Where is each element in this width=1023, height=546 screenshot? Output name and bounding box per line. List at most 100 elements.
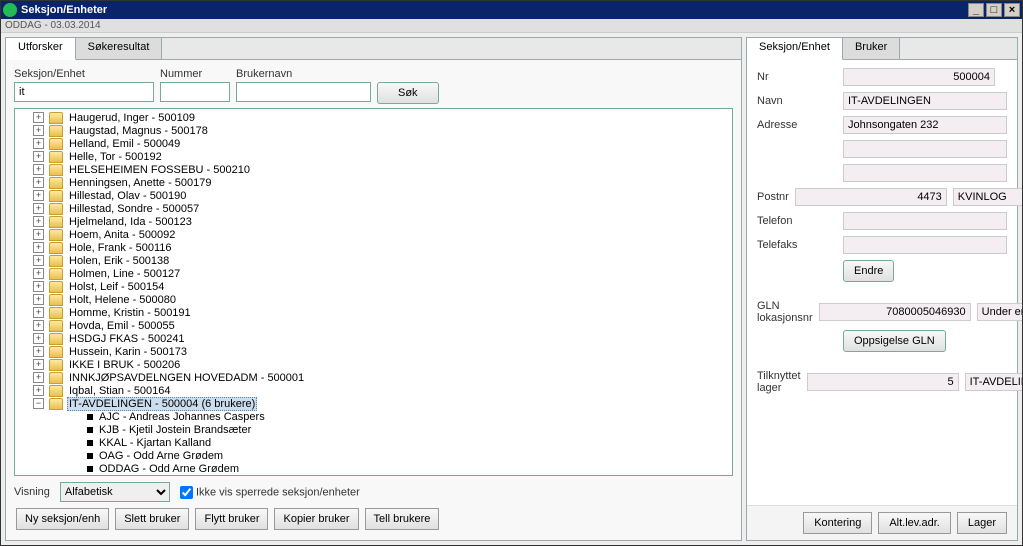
expand-icon[interactable] [33, 203, 44, 214]
tree-container[interactable]: Haugerud, Inger - 500109Haugstad, Magnus… [14, 108, 733, 476]
navn-field[interactable] [843, 92, 1007, 110]
tree-folder-item[interactable]: HELSEHEIMEN FOSSEBU - 500210 [15, 163, 732, 176]
tree-user-item[interactable]: KJB - Kjetil Jostein Brandsæter [15, 423, 732, 436]
tab-bruker[interactable]: Bruker [843, 38, 900, 59]
tree-folder-item[interactable]: Holst, Leif - 500154 [15, 280, 732, 293]
chk-sperrede[interactable] [180, 486, 193, 499]
tree-folder-item[interactable]: Holt, Helene - 500080 [15, 293, 732, 306]
tree-user-item[interactable]: AJC - Andreas Johannes Caspers [15, 410, 732, 423]
tree-folder-item[interactable]: Hillestad, Olav - 500190 [15, 189, 732, 202]
close-button[interactable]: × [1004, 3, 1020, 17]
tree-folder-item[interactable]: Hovda, Emil - 500055 [15, 319, 732, 332]
visning-select[interactable]: Alfabetisk [60, 482, 170, 502]
expand-icon[interactable] [33, 229, 44, 240]
nr-field [843, 68, 995, 86]
bullet-icon [87, 453, 93, 459]
tree-folder-item[interactable]: Haugerud, Inger - 500109 [15, 111, 732, 124]
folder-icon [49, 281, 63, 293]
tree-folder-item[interactable]: Hjelmeland, Ida - 500123 [15, 215, 732, 228]
poststed-field[interactable] [953, 188, 1022, 206]
tree-folder-item[interactable]: IT-AVDELINGEN - 500004 (6 brukere) [15, 397, 732, 410]
tree-folder-item[interactable]: Hillestad, Sondre - 500057 [15, 202, 732, 215]
seksjon-input[interactable] [14, 82, 154, 102]
tab-seksjon-enhet[interactable]: Seksjon/Enhet [747, 38, 843, 60]
expand-icon[interactable] [33, 320, 44, 331]
folder-icon [49, 398, 63, 410]
tree-folder-item[interactable]: Iqbal, Stian - 500164 [15, 384, 732, 397]
sok-button[interactable]: Søk [377, 82, 439, 104]
adresse2-field[interactable] [843, 140, 1007, 158]
telefon-field[interactable] [843, 212, 1007, 230]
tree-item-label: Henningsen, Anette - 500179 [67, 177, 214, 189]
adresse3-field[interactable] [843, 164, 1007, 182]
tree-folder-item[interactable]: Holmen, Line - 500127 [15, 267, 732, 280]
tree-item-label: Holmen, Line - 500127 [67, 268, 182, 280]
expand-icon[interactable] [33, 385, 44, 396]
expand-icon[interactable] [33, 268, 44, 279]
expand-icon[interactable] [33, 242, 44, 253]
tree-folder-item[interactable]: Henningsen, Anette - 500179 [15, 176, 732, 189]
expand-icon[interactable] [33, 216, 44, 227]
tree-item-label: Iqbal, Stian - 500164 [67, 385, 173, 397]
tree-folder-item[interactable]: Helland, Emil - 500049 [15, 137, 732, 150]
lager-nr-field [807, 373, 959, 391]
tree-folder-item[interactable]: Hussein, Karin - 500173 [15, 345, 732, 358]
tab-sokeresultat[interactable]: Søkeresultat [76, 38, 163, 59]
tree-folder-item[interactable]: Hoem, Anita - 500092 [15, 228, 732, 241]
oppsigelse-gln-button[interactable]: Oppsigelse GLN [843, 330, 946, 352]
slett-bruker-button[interactable]: Slett bruker [115, 508, 189, 530]
expand-icon[interactable] [33, 177, 44, 188]
tree-item-label: Hillestad, Sondre - 500057 [67, 203, 201, 215]
postnr-field[interactable] [795, 188, 947, 206]
brukernavn-input[interactable] [236, 82, 371, 102]
tree-item-label: Hoem, Anita - 500092 [67, 229, 177, 241]
tree-folder-item[interactable]: IKKE I BRUK - 500206 [15, 358, 732, 371]
tree-folder-item[interactable]: INNKJØPSAVDELNGEN HOVEDADM - 500001 [15, 371, 732, 384]
tree-folder-item[interactable]: Helle, Tor - 500192 [15, 150, 732, 163]
ny-seksjon-button[interactable]: Ny seksjon/enh [16, 508, 109, 530]
expand-icon[interactable] [33, 190, 44, 201]
info-bar: ODDAG - 03.03.2014 [1, 19, 1022, 33]
tell-brukere-button[interactable]: Tell brukere [365, 508, 440, 530]
tree-user-item[interactable]: OAG - Odd Arne Grødem [15, 449, 732, 462]
expand-icon[interactable] [33, 151, 44, 162]
tab-utforsker[interactable]: Utforsker [6, 38, 76, 60]
altlevadr-button[interactable]: Alt.lev.adr. [878, 512, 951, 534]
expand-icon[interactable] [33, 372, 44, 383]
kontering-button[interactable]: Kontering [803, 512, 872, 534]
tree-user-item[interactable]: KKAL - Kjartan Kalland [15, 436, 732, 449]
telefaks-field[interactable] [843, 236, 1007, 254]
expand-icon[interactable] [33, 138, 44, 149]
tree-folder-item[interactable]: Haugstad, Magnus - 500178 [15, 124, 732, 137]
expand-icon[interactable] [33, 281, 44, 292]
expand-icon[interactable] [33, 112, 44, 123]
tree-folder-item[interactable]: Hole, Frank - 500116 [15, 241, 732, 254]
tree-folder-item[interactable]: Holen, Erik - 500138 [15, 254, 732, 267]
folder-icon [49, 112, 63, 124]
expand-icon[interactable] [33, 346, 44, 357]
endre-button[interactable]: Endre [843, 260, 894, 282]
expand-icon[interactable] [33, 255, 44, 266]
tree-user-item[interactable]: ODDAG - Odd Arne Grødem [15, 462, 732, 475]
tree-folder-item[interactable]: Homme, Kristin - 500191 [15, 306, 732, 319]
maximize-button[interactable]: □ [986, 3, 1002, 17]
chk-sperrede-label[interactable]: Ikke vis sperrede seksjon/enheter [180, 486, 360, 499]
flytt-bruker-button[interactable]: Flytt bruker [195, 508, 268, 530]
tree-item-label: Hjelmeland, Ida - 500123 [67, 216, 194, 228]
adresse1-field[interactable] [843, 116, 1007, 134]
expand-icon[interactable] [33, 333, 44, 344]
expand-icon[interactable] [33, 359, 44, 370]
expand-icon[interactable] [33, 294, 44, 305]
expand-icon[interactable] [33, 125, 44, 136]
lager-button[interactable]: Lager [957, 512, 1007, 534]
minimize-button[interactable]: _ [968, 3, 984, 17]
expand-icon[interactable] [33, 307, 44, 318]
tree-folder-item[interactable]: HSDGJ FKAS - 500241 [15, 332, 732, 345]
tree-item-label: Hussein, Karin - 500173 [67, 346, 189, 358]
folder-icon [49, 216, 63, 228]
expand-icon[interactable] [33, 164, 44, 175]
tree-user-item[interactable]: PMO - Paul Marcus Olsen [15, 475, 732, 476]
kopier-bruker-button[interactable]: Kopier bruker [274, 508, 358, 530]
nummer-input[interactable] [160, 82, 230, 102]
expand-icon[interactable] [33, 398, 44, 409]
